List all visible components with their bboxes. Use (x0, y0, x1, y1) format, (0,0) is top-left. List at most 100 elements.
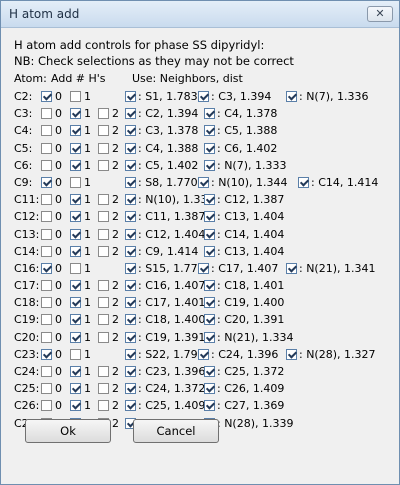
close-button[interactable]: ✕ (367, 6, 393, 22)
add-h-count-1-checkbox[interactable] (70, 108, 81, 120)
neighbor-checkbox[interactable] (125, 383, 136, 395)
add-h-count-0-checkbox[interactable] (41, 245, 52, 257)
neighbor-checkbox[interactable] (125, 142, 136, 154)
add-h-count-2-checkbox[interactable] (98, 194, 109, 206)
add-h-count-1-checkbox[interactable] (70, 314, 81, 326)
neighbor-checkbox[interactable] (198, 262, 209, 274)
add-h-count-1-checkbox[interactable] (70, 142, 81, 154)
add-h-count-0-checkbox[interactable] (41, 262, 52, 274)
add-h-count-2-checkbox[interactable] (98, 228, 109, 240)
add-h-count-1-checkbox[interactable] (70, 159, 81, 171)
neighbor-checkbox[interactable] (198, 176, 209, 188)
neighbor-checkbox[interactable] (125, 366, 136, 377)
neighbor-checkbox[interactable] (125, 331, 136, 343)
neighbor-checkbox[interactable] (125, 297, 136, 309)
add-h-count-0-checkbox[interactable] (41, 297, 52, 309)
add-h-count-1-checkbox[interactable] (70, 228, 81, 240)
neighbor-checkbox[interactable] (204, 211, 215, 223)
add-h-count-2-checkbox[interactable] (98, 314, 109, 326)
add-h-count-1-checkbox[interactable] (70, 176, 81, 188)
add-h-count-2-checkbox[interactable] (98, 331, 109, 343)
add-h-count-2-checkbox[interactable] (98, 245, 109, 257)
add-h-count-2-checkbox[interactable] (98, 383, 109, 395)
add-h-count-0-checkbox[interactable] (41, 159, 52, 171)
neighbor-checkbox[interactable] (198, 91, 209, 102)
add-h-count-2-checkbox[interactable] (98, 211, 109, 223)
neighbor-checkbox[interactable] (125, 400, 136, 412)
add-h-count-2-checkbox[interactable] (98, 142, 109, 154)
neighbor-checkbox[interactable] (204, 331, 215, 343)
add-h-count-0-checkbox[interactable] (41, 383, 52, 395)
add-h-count-0-checkbox[interactable] (41, 108, 52, 120)
neighbor-checkbox[interactable] (204, 108, 215, 120)
add-h-count-label: 0 (55, 244, 62, 258)
neighbor-checkbox[interactable] (204, 142, 215, 154)
neighbor-checkbox[interactable] (125, 262, 136, 274)
neighbor-checkbox[interactable] (125, 176, 136, 188)
add-h-count-1-checkbox[interactable] (70, 348, 81, 360)
add-h-count-0-checkbox[interactable] (41, 314, 52, 326)
add-h-count-0-checkbox[interactable] (41, 366, 52, 377)
neighbor-checkbox[interactable] (125, 159, 136, 171)
add-h-count-1-checkbox[interactable] (70, 91, 81, 102)
neighbor-checkbox[interactable] (125, 194, 136, 206)
add-h-count-2-checkbox[interactable] (98, 108, 109, 120)
neighbor-checkbox[interactable] (204, 125, 215, 137)
add-h-count-2-checkbox[interactable] (98, 297, 109, 309)
add-h-count-0-checkbox[interactable] (41, 194, 52, 206)
neighbor-checkbox[interactable] (125, 108, 136, 120)
add-h-count-2-checkbox[interactable] (98, 159, 109, 171)
add-h-count-1-checkbox[interactable] (70, 400, 81, 412)
add-h-count-0-checkbox[interactable] (41, 228, 52, 240)
cancel-button[interactable]: Cancel (133, 419, 219, 443)
add-h-count-0-checkbox[interactable] (41, 331, 52, 343)
add-h-count-1-checkbox[interactable] (70, 331, 81, 343)
add-h-count-2-checkbox[interactable] (98, 366, 109, 377)
neighbor-checkbox[interactable] (204, 314, 215, 326)
neighbor-checkbox[interactable] (125, 125, 136, 137)
add-h-count-2-checkbox[interactable] (98, 125, 109, 137)
neighbor-checkbox[interactable] (125, 280, 136, 292)
add-h-count-0-checkbox[interactable] (41, 280, 52, 292)
add-h-count-0-checkbox[interactable] (41, 91, 52, 102)
neighbor-checkbox[interactable] (204, 400, 215, 412)
neighbor-checkbox[interactable] (125, 91, 136, 102)
add-h-count-0-checkbox[interactable] (41, 176, 52, 188)
add-h-count-1-checkbox[interactable] (70, 194, 81, 206)
neighbor-checkbox[interactable] (286, 348, 297, 360)
neighbor-checkbox[interactable] (125, 245, 136, 257)
neighbor-checkbox[interactable] (298, 176, 309, 188)
add-h-count-1-checkbox[interactable] (70, 297, 81, 309)
add-h-count-1-checkbox[interactable] (70, 366, 81, 377)
add-h-count-1-checkbox[interactable] (70, 280, 81, 292)
neighbor-checkbox[interactable] (125, 348, 136, 360)
neighbor-checkbox[interactable] (198, 348, 209, 360)
add-h-count-0-checkbox[interactable] (41, 400, 52, 412)
add-h-count-1-checkbox[interactable] (70, 125, 81, 137)
add-h-count-0-checkbox[interactable] (41, 125, 52, 137)
neighbor-checkbox[interactable] (204, 228, 215, 240)
neighbor-checkbox[interactable] (125, 228, 136, 240)
add-h-count-label: 0 (55, 158, 62, 172)
neighbor-checkbox[interactable] (204, 194, 215, 206)
add-h-count-1-checkbox[interactable] (70, 211, 81, 223)
add-h-count-0-checkbox[interactable] (41, 142, 52, 154)
add-h-count-1-checkbox[interactable] (70, 262, 81, 274)
neighbor-checkbox[interactable] (204, 159, 215, 171)
add-h-count-0-checkbox[interactable] (41, 348, 52, 360)
neighbor-checkbox[interactable] (204, 366, 215, 377)
neighbor-checkbox[interactable] (204, 297, 215, 309)
neighbor-checkbox[interactable] (286, 91, 297, 102)
neighbor-checkbox[interactable] (125, 314, 136, 326)
add-h-count-1-checkbox[interactable] (70, 383, 81, 395)
add-h-count-1-checkbox[interactable] (70, 245, 81, 257)
neighbor-checkbox[interactable] (204, 245, 215, 257)
add-h-count-0-checkbox[interactable] (41, 211, 52, 223)
add-h-count-2-checkbox[interactable] (98, 280, 109, 292)
neighbor-checkbox[interactable] (204, 383, 215, 395)
neighbor-checkbox[interactable] (204, 280, 215, 292)
ok-button[interactable]: Ok (25, 419, 111, 443)
neighbor-checkbox[interactable] (125, 211, 136, 223)
add-h-count-2-checkbox[interactable] (98, 400, 109, 412)
neighbor-checkbox[interactable] (286, 262, 297, 274)
